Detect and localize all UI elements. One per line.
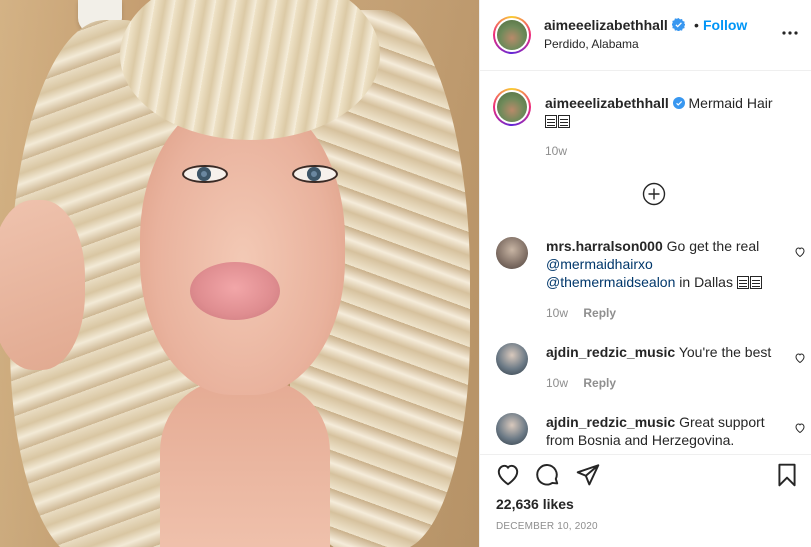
post-side-panel: aimeeelizabethhall • Follow Perdido, Ala… (479, 0, 811, 547)
comment-body: You're the best (678, 344, 772, 360)
likes-count[interactable]: 22,636 likes (496, 496, 574, 512)
comment-like-heart-icon[interactable] (794, 246, 806, 258)
comment-item: mrs.harralson000 Go get the real @mermai… (496, 237, 806, 327)
caption-avatar[interactable] (493, 88, 531, 126)
emoji-glyph (558, 115, 570, 128)
caption-text: aimeeelizabethhall Mermaid Hair (545, 94, 795, 130)
post-actions-bar (480, 456, 811, 496)
author-username[interactable]: aimeeelizabethhall (544, 17, 668, 33)
commenter-avatar[interactable] (496, 413, 528, 445)
caption-username[interactable]: aimeeelizabethhall (545, 95, 669, 111)
comment-username[interactable]: ajdin_redzic_music (546, 414, 675, 430)
comment-like-heart-icon[interactable] (794, 422, 806, 434)
comment-text: ajdin_redzic_music You're the best (546, 343, 781, 361)
comments-section[interactable]: aimeeelizabethhall Mermaid Hair 10w mrs.… (480, 71, 811, 455)
commenter-avatar[interactable] (496, 343, 528, 375)
heart-icon[interactable] (495, 462, 521, 488)
commenter-avatar[interactable] (496, 237, 528, 269)
paper-plane-icon[interactable] (575, 462, 601, 488)
comment-text: ajdin_redzic_music Great support from Bo… (546, 413, 781, 449)
post-photo[interactable] (0, 0, 479, 547)
comment-username[interactable]: ajdin_redzic_music (546, 344, 675, 360)
comment-timestamp[interactable]: 10w (546, 306, 568, 320)
follow-button[interactable]: Follow (703, 17, 747, 33)
comment-icon[interactable] (535, 462, 561, 488)
verified-badge-icon (672, 18, 685, 31)
comment-item: ajdin_redzic_music You're the best 10w R… (496, 343, 806, 393)
comment-meta: 10w Reply (546, 376, 616, 390)
verified-badge-icon (672, 97, 685, 109)
reply-button[interactable]: Reply (583, 376, 616, 390)
photo-eye-left (182, 165, 228, 183)
comment-text: mrs.harralson000 Go get the real @mermai… (546, 237, 781, 291)
comment-body: Go get the real (666, 238, 760, 254)
photo-hand (0, 200, 85, 370)
comment-timestamp[interactable]: 10w (546, 376, 568, 390)
comment-body: in Dallas (679, 274, 733, 290)
bookmark-icon[interactable] (774, 462, 800, 488)
photo-neck (160, 380, 330, 547)
emoji-glyph (749, 276, 762, 289)
post-location[interactable]: Perdido, Alabama (544, 37, 639, 51)
post-date[interactable]: DECEMBER 10, 2020 (496, 521, 598, 532)
more-horizontal-icon[interactable] (780, 23, 800, 43)
photo-eye-right (292, 165, 338, 183)
comment-mention[interactable]: @themermaidsealon (546, 274, 675, 290)
caption-body: Mermaid Hair (688, 95, 773, 111)
post-header: aimeeelizabethhall • Follow Perdido, Ala… (480, 0, 811, 71)
comment-meta: 10w Reply (546, 306, 616, 320)
separator-dot: • (694, 17, 699, 33)
comment-mention[interactable]: @mermaidhairxo (546, 256, 653, 272)
comment-like-heart-icon[interactable] (794, 352, 806, 364)
caption-timestamp[interactable]: 10w (545, 144, 567, 158)
author-avatar[interactable] (493, 16, 531, 54)
comment-username[interactable]: mrs.harralson000 (546, 238, 663, 254)
plus-circle-icon[interactable] (642, 182, 666, 206)
photo-face (140, 95, 345, 395)
comment-item: ajdin_redzic_music Great support from Bo… (496, 413, 806, 454)
emoji-glyph (545, 115, 557, 128)
emoji-glyph (736, 276, 749, 289)
reply-button[interactable]: Reply (583, 306, 616, 320)
photo-lips (190, 262, 280, 320)
